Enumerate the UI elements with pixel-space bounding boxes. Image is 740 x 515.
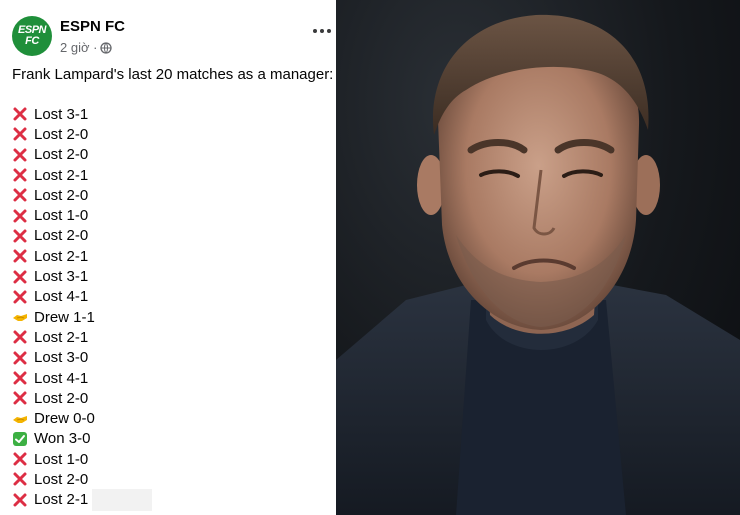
cross-mark-icon xyxy=(12,390,28,406)
result-item: Won 3-0 xyxy=(12,429,152,449)
result-item: Drew 0-0 xyxy=(12,408,152,428)
result-item: Lost 4-1 xyxy=(12,368,152,388)
avatar-line2: FC xyxy=(25,35,39,47)
result-text: Lost 4-1 xyxy=(34,369,89,387)
result-text: Lost 2-1 xyxy=(34,247,89,265)
facebook-post: ESPN FC ESPN FC 2 giờ · Frank Lampard's … xyxy=(0,0,336,515)
check-mark-icon xyxy=(12,431,28,447)
result-text: Lost 2-0 xyxy=(34,125,89,143)
result-item: Lost 2-0 xyxy=(12,226,152,246)
handshake-icon xyxy=(12,309,28,325)
cross-mark-icon xyxy=(12,147,28,163)
result-text: Lost 2-1 xyxy=(34,328,89,346)
result-item: Lost 2-0 xyxy=(12,145,152,165)
result-text: Lost 3-1 xyxy=(34,268,89,286)
result-text: Lost 2-0 xyxy=(34,146,89,164)
cross-mark-icon xyxy=(12,269,28,285)
cross-mark-icon xyxy=(12,329,28,345)
result-item: Lost 2-1 xyxy=(12,246,152,266)
result-text: Drew 0-0 xyxy=(34,410,95,428)
post-intro-text: Frank Lampard's last 20 matches as a man… xyxy=(12,66,334,83)
result-item: Lost 1-0 xyxy=(12,449,152,469)
globe-icon xyxy=(100,41,113,54)
post-meta: 2 giờ · xyxy=(60,40,113,55)
manager-photo-illustration xyxy=(336,14,740,515)
result-item: Lost 2-0 xyxy=(12,469,152,489)
result-item: Lost 2-0 xyxy=(12,388,152,408)
result-text: Lost 2-0 xyxy=(34,389,89,407)
cross-mark-icon xyxy=(12,451,28,467)
page-avatar[interactable]: ESPN FC xyxy=(12,16,52,56)
handshake-icon xyxy=(12,411,28,427)
cross-mark-icon xyxy=(12,471,28,487)
cross-mark-icon xyxy=(12,492,28,508)
more-options-button[interactable] xyxy=(312,24,332,38)
cross-mark-icon xyxy=(12,350,28,366)
result-text: Lost 1-0 xyxy=(34,450,89,468)
result-item: Lost 3-1 xyxy=(12,266,152,286)
post-header: ESPN FC ESPN FC 2 giờ · xyxy=(12,16,334,60)
page-name-link[interactable]: ESPN FC xyxy=(60,18,125,35)
result-item: Lost 2-0 xyxy=(12,185,152,205)
result-item: Lost 2-1 xyxy=(12,488,153,511)
cross-mark-icon xyxy=(12,208,28,224)
post-photo[interactable] xyxy=(336,0,740,515)
result-item: Lost 3-0 xyxy=(12,348,152,368)
result-item: Lost 2-0 xyxy=(12,124,152,144)
cross-mark-icon xyxy=(12,228,28,244)
result-item: Lost 1-0 xyxy=(12,205,152,225)
result-text: Lost 2-0 xyxy=(34,186,89,204)
result-text: Lost 2-1 xyxy=(34,491,89,509)
cross-mark-icon xyxy=(12,187,28,203)
result-text: Lost 2-0 xyxy=(34,227,89,245)
result-text: Lost 3-1 xyxy=(34,105,89,123)
cross-mark-icon xyxy=(12,370,28,386)
result-item: Drew 1-1 xyxy=(12,307,152,327)
cross-mark-icon xyxy=(12,289,28,305)
result-item: Lost 2-1 xyxy=(12,165,152,185)
result-item: Lost 3-1 xyxy=(12,104,152,124)
post-timestamp[interactable]: 2 giờ · xyxy=(60,40,97,55)
result-item: Lost 4-1 xyxy=(12,287,152,307)
result-text: Drew 1-1 xyxy=(34,308,95,326)
results-list: Lost 3-1 Lost 2-0 Lost 2-0 Lost 2-1 Lost 2-0… xyxy=(12,104,153,511)
cross-mark-icon xyxy=(12,167,28,183)
result-text: Lost 3-0 xyxy=(34,349,89,367)
result-text: Won 3-0 xyxy=(34,430,91,448)
result-text: Lost 1-0 xyxy=(34,207,89,225)
cross-mark-icon xyxy=(12,106,28,122)
cross-mark-icon xyxy=(12,126,28,142)
result-text: Lost 2-1 xyxy=(34,166,89,184)
result-text: Lost 2-0 xyxy=(34,470,89,488)
blurred-patch xyxy=(92,488,153,511)
cross-mark-icon xyxy=(12,248,28,264)
result-item: Lost 2-1 xyxy=(12,327,152,347)
result-text: Lost 4-1 xyxy=(34,288,89,306)
